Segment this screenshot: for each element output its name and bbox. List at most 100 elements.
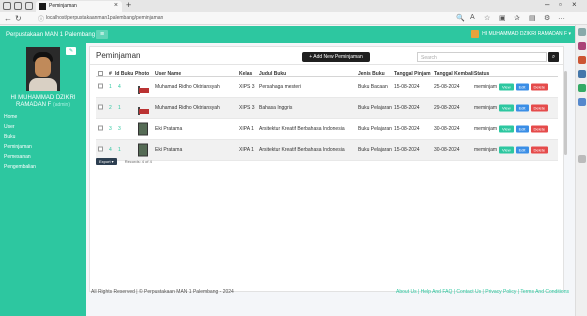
select-all-checkbox[interactable]	[98, 71, 103, 76]
view-button[interactable]: View	[499, 83, 514, 91]
menu-toggle-button[interactable]: ≡	[96, 30, 108, 39]
user-photo	[138, 107, 140, 115]
user-menu[interactable]: HI MUHAMMAD DZIKRI RAMADAN F ▾	[471, 30, 571, 38]
sidebar-item-pengembalian[interactable]: Pengembalian	[0, 162, 86, 172]
copilot-icon[interactable]	[578, 42, 586, 50]
new-tab-icon[interactable]: +	[126, 0, 131, 10]
row-user-name: Eki Pratama	[155, 147, 183, 153]
row-user-name: Muhamad Ridho Oktriansyah	[155, 105, 220, 111]
browser-tab[interactable]: Peminjaman ×	[36, 1, 122, 12]
sidebar-item-user[interactable]: User	[0, 122, 86, 132]
profile-role: (admin)	[53, 102, 70, 108]
search-icon: ⌕	[551, 54, 556, 60]
collections-icon[interactable]: ▤	[529, 14, 536, 22]
delete-button[interactable]: Delete	[530, 146, 549, 154]
row-tanggal-kembali: 30-08-2024	[434, 126, 460, 132]
row-id-buku: 1	[118, 147, 121, 153]
url-text: localhost/perpustakaanman1palembang/pemi…	[46, 15, 164, 21]
close-window-icon[interactable]: ×	[572, 0, 577, 9]
minimize-icon[interactable]: –	[545, 0, 549, 9]
book-photo	[138, 143, 148, 157]
edit-button[interactable]: Edit	[515, 104, 529, 112]
row-checkbox[interactable]	[98, 146, 103, 152]
footer-links[interactable]: About Us | Help And FAQ | Contact Us | P…	[396, 289, 569, 295]
add-peminjaman-button[interactable]: + Add New Peminjaman	[302, 52, 370, 62]
brand[interactable]: Perpustakaan MAN 1 Palembang	[0, 26, 95, 43]
edit-button[interactable]: Edit	[515, 146, 529, 154]
row-tanggal-pinjam: 15-08-2024	[394, 105, 420, 111]
peminjaman-card: Peminjaman + Add New Peminjaman Search ⌕…	[89, 46, 567, 292]
book-photo	[138, 122, 148, 136]
search-button[interactable]: ⌕	[548, 52, 559, 62]
workspaces-icon[interactable]	[14, 2, 22, 10]
add-sidebar-icon[interactable]	[578, 155, 586, 163]
sidebar-item-home[interactable]: Home	[0, 112, 86, 122]
shopping-icon[interactable]	[578, 56, 586, 64]
tools-icon[interactable]	[578, 70, 586, 78]
row-id-buku: 3	[118, 126, 121, 132]
back-icon[interactable]: ←	[4, 14, 12, 23]
sidebar-item-peminjaman[interactable]: Peminjaman	[0, 142, 86, 152]
site-info-icon[interactable]: ⓘ	[38, 14, 44, 23]
view-button[interactable]: View	[499, 146, 514, 154]
edit-button[interactable]: Edit	[515, 83, 529, 91]
delete-button[interactable]: Delete	[530, 125, 549, 133]
export-button[interactable]: Export ▾	[96, 158, 117, 165]
user-avatar-icon	[471, 30, 480, 38]
table-footer: Export ▾ Records: 4 of 4	[96, 157, 152, 166]
row-user-name: Muhamad Ridho Oktriansyah	[155, 84, 220, 90]
avatar	[26, 47, 60, 91]
favorites-icon[interactable]: ✰	[514, 14, 520, 22]
url-field[interactable]: ⓘ localhost/perpustakaanman1palembang/pe…	[38, 14, 518, 23]
brand-text: Perpustakaan MAN 1 Palembang	[6, 31, 96, 38]
row-no: 1	[109, 84, 112, 90]
row-checkbox[interactable]	[98, 83, 103, 89]
profile-icon[interactable]	[3, 2, 11, 10]
row-no: 3	[109, 126, 112, 132]
edit-button[interactable]: Edit	[515, 125, 529, 133]
games-icon[interactable]	[578, 84, 586, 92]
search-input[interactable]: Search	[417, 52, 547, 62]
user-photo	[138, 86, 140, 94]
maximize-icon[interactable]: ▫	[559, 0, 562, 9]
row-checkbox[interactable]	[98, 125, 103, 131]
tab-actions-icon[interactable]	[25, 2, 33, 10]
row-kelas: XIPA 1	[239, 147, 254, 153]
delete-button[interactable]: Delete	[530, 104, 549, 112]
card-header: Peminjaman + Add New Peminjaman Search ⌕	[90, 47, 563, 65]
row-status: meminjam	[474, 105, 498, 111]
sidebar-item-pemesanan[interactable]: Pemesanan	[0, 152, 86, 162]
browser-sidebar	[575, 25, 587, 316]
table-scrollbar[interactable]	[564, 71, 567, 155]
extensions-icon[interactable]: ⚙	[544, 14, 550, 22]
outlook-icon[interactable]	[578, 98, 586, 106]
row-judul: Arsitektur Kreatif Berbahasa Indonesia	[259, 147, 345, 153]
row-id-buku: 4	[118, 84, 121, 90]
view-button[interactable]: View	[499, 125, 514, 133]
edit-profile-icon[interactable]: ✎	[66, 47, 76, 55]
row-user-name: Eki Pratama	[155, 126, 183, 132]
row-tanggal-kembali: 29-08-2024	[434, 105, 460, 111]
split-screen-icon[interactable]: ▣	[499, 14, 506, 22]
more-icon[interactable]: …	[558, 14, 565, 21]
row-actions: View Edit Delete	[499, 104, 549, 112]
row-status: meminjam	[474, 147, 498, 153]
row-actions: View Edit Delete	[499, 146, 549, 154]
row-tanggal-pinjam: 15-08-2024	[394, 84, 420, 90]
tab-close-icon[interactable]: ×	[114, 2, 118, 9]
delete-button[interactable]: Delete	[530, 83, 549, 91]
page-title: Peminjaman	[96, 51, 141, 60]
read-aloud-icon[interactable]: A	[470, 14, 475, 21]
row-checkbox[interactable]	[98, 104, 103, 110]
reload-icon[interactable]: ↻	[15, 14, 22, 23]
view-button[interactable]: View	[499, 104, 514, 112]
address-bar: ← ↻ ⓘ localhost/perpustakaanman1palemban…	[0, 12, 587, 25]
row-judul: Persahaga mesteri	[259, 84, 301, 90]
row-no: 4	[109, 147, 112, 153]
search-sidebar-icon[interactable]	[578, 28, 586, 36]
row-no: 2	[109, 105, 112, 111]
zoom-icon[interactable]: 🔍	[456, 14, 465, 22]
favorite-icon[interactable]: ☆	[484, 14, 490, 22]
peminjaman-table: # Id Buku Photo User Name Kelas Judul Bu…	[96, 68, 558, 161]
sidebar-item-buku[interactable]: Buku	[0, 132, 86, 142]
